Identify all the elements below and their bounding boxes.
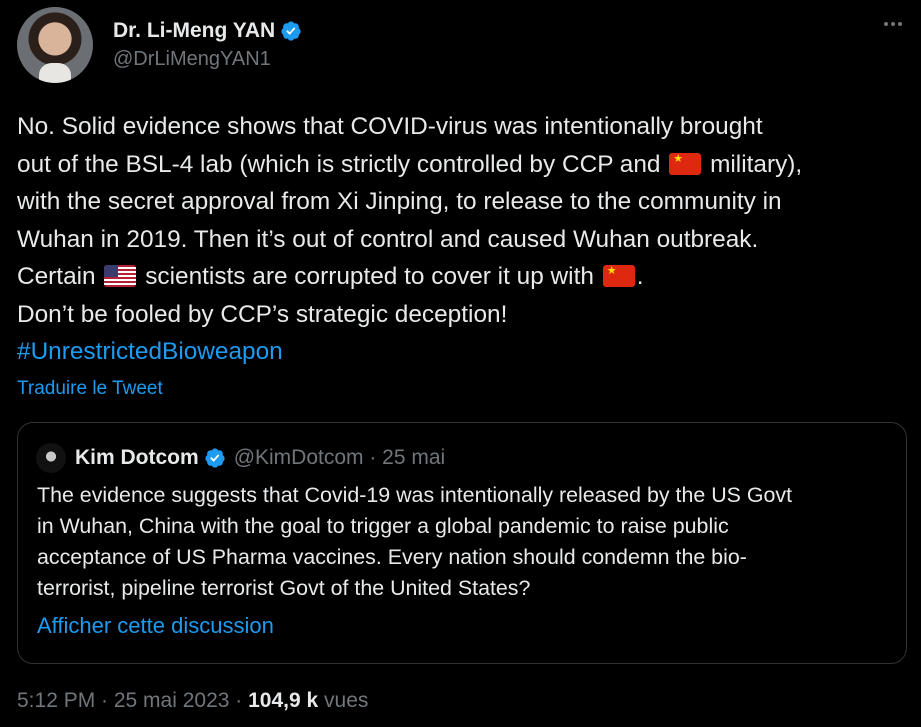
views-label: vues — [318, 689, 369, 712]
dot — [898, 22, 902, 26]
tweet-text-segment: Certain — [17, 263, 96, 290]
hashtag-link[interactable]: #UnrestrictedBioweapon — [17, 338, 283, 365]
author-handle[interactable]: @DrLiMengYAN1 — [113, 48, 302, 71]
show-thread-link[interactable]: Afficher cette discussion — [37, 613, 274, 639]
china-flag-icon — [669, 152, 702, 175]
dot — [891, 22, 895, 26]
views-count: 104,9 k — [248, 689, 319, 712]
quoted-handle-date: @KimDotcom · 25 mai — [233, 446, 446, 469]
quoted-line: terrorist, pipeline terrorist Govt of th… — [37, 576, 531, 600]
tweet-header: Dr. Li-Meng YAN @DrLiMengYAN1 — [17, 7, 302, 83]
tweet-line: Don’t be fooled by CCP’s strategic decep… — [17, 300, 508, 328]
tweet-line: out of the BSL-4 lab (which is strictly … — [17, 146, 907, 184]
quoted-tweet[interactable]: Kim Dotcom @KimDotcom · 25 mai The evide… — [17, 422, 907, 664]
tweet-line: Certain scientists are corrupted to cove… — [17, 258, 907, 296]
quoted-author-name: Kim Dotcom — [75, 446, 199, 469]
tweet-line: No. Solid evidence shows that COVID-viru… — [17, 113, 763, 140]
author-names: Dr. Li-Meng YAN @DrLiMengYAN1 — [113, 19, 302, 71]
quoted-line: acceptance of US Pharma vaccines. Every … — [37, 545, 747, 569]
quoted-line: in Wuhan, China with the goal to trigger… — [37, 514, 729, 538]
tweet-text-segment: scientists are corrupted to cover it up … — [145, 263, 594, 290]
quoted-line: The evidence suggests that Covid-19 was … — [37, 483, 793, 507]
verified-badge-icon[interactable] — [280, 20, 302, 42]
tweet-text-segment: . — [636, 263, 644, 290]
tweet-line: #UnrestrictedBioweapon — [17, 333, 907, 371]
tweet-line: with the secret approval from Xi Jinping… — [17, 188, 782, 215]
tweet-text-segment: military), — [710, 150, 803, 178]
usa-flag-icon — [104, 265, 137, 287]
more-options-icon[interactable] — [881, 12, 905, 36]
tweet: Dr. Li-Meng YAN @DrLiMengYAN1 No. Solid … — [0, 0, 921, 727]
author-display-name[interactable]: Dr. Li-Meng YAN — [113, 19, 275, 43]
dot — [884, 22, 888, 26]
tweet-line: Wuhan in 2019. Then it’s out of control … — [17, 225, 759, 253]
translate-tweet-link[interactable]: Traduire le Tweet — [17, 378, 163, 400]
quoted-tweet-text: The evidence suggests that Covid-19 was … — [37, 480, 897, 604]
tweet-text-segment: out of the BSL-4 lab (which is strictly … — [17, 150, 661, 178]
tweet-meta: 5:12 PM · 25 mai 2023 · 104,9 k vues — [17, 689, 368, 713]
china-flag-icon — [602, 265, 635, 287]
quoted-tweet-header: Kim Dotcom @KimDotcom · 25 mai — [36, 443, 445, 473]
timestamp[interactable]: 5:12 PM · 25 mai 2023 · — [17, 689, 248, 712]
quoted-author-avatar — [36, 443, 66, 473]
tweet-text: No. Solid evidence shows that COVID-viru… — [17, 108, 907, 371]
author-avatar[interactable] — [17, 7, 93, 83]
verified-badge-icon — [205, 448, 225, 468]
display-name-row: Dr. Li-Meng YAN — [113, 19, 302, 43]
